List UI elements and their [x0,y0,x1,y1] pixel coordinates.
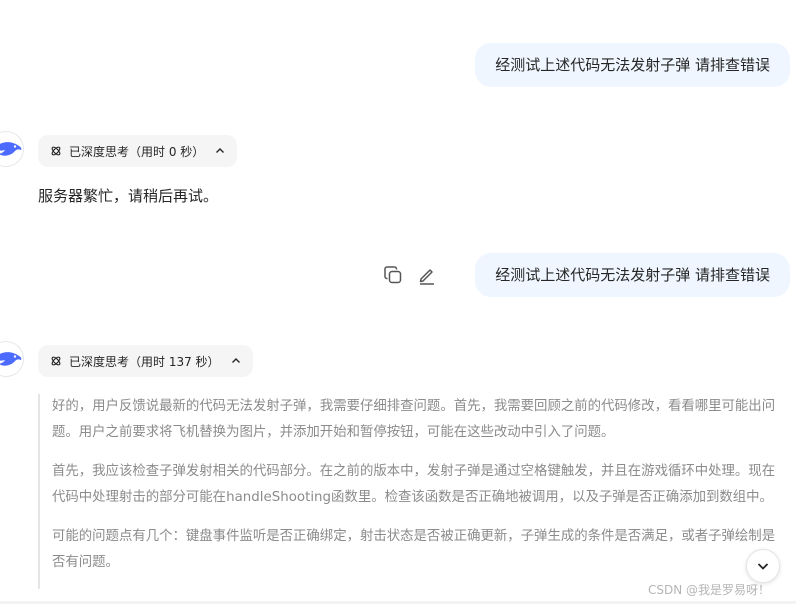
deepseek-whale-icon [0,352,22,366]
edit-pencil-icon[interactable] [416,264,438,286]
thinking-paragraph: 可能的问题点有几个：键盘事件监听是否正确绑定，射击状态是否被正确更新，子弹生成的… [52,529,776,570]
user-message-text: 经测试上述代码无法发射子弹 请排查错误 [495,266,770,284]
deep-think-label: 已深度思考（用时 0 秒） [69,144,205,159]
deep-think-label: 已深度思考（用时 137 秒） [69,354,220,369]
copy-icon[interactable] [382,264,404,286]
watermark: CSDN @我是罗易呀！ [648,583,771,597]
assistant-avatar [0,341,24,377]
user-message-bubble: 经测试上述代码无法发射子弹 请排查错误 [475,43,790,87]
thinking-paragraph: 好的，用户反馈说最新的代码无法发射子弹，我需要仔细排查问题。首先，我需要回顾之前… [52,399,776,440]
deep-think-toggle[interactable]: 已深度思考（用时 0 秒） [38,135,238,167]
deep-think-atom-icon [51,146,61,156]
chevron-up-icon [231,356,241,366]
deep-think-toggle[interactable]: 已深度思考（用时 137 秒） [38,345,253,377]
message-actions [382,264,438,286]
scroll-to-bottom-button[interactable] [746,549,780,583]
chevron-down-icon [757,563,769,570]
user-message-bubble: 经测试上述代码无法发射子弹 请排查错误 [475,253,790,297]
deep-think-atom-icon [51,356,61,366]
chevron-up-icon [215,146,225,156]
user-message-text: 经测试上述代码无法发射子弹 请排查错误 [495,56,770,74]
thinking-content: 好的，用户反馈说最新的代码无法发射子弹，我需要仔细排查问题。首先，我需要回顾之前… [38,394,786,589]
deepseek-whale-icon [0,142,22,156]
assistant-avatar [0,131,24,167]
thinking-paragraph: 首先，我应该检查子弹发射相关的代码部分。在之前的版本中，发射子弹是通过空格键触发… [52,464,776,505]
assistant-reply-text: 服务器繁忙，请稍后再试。 [38,187,219,205]
